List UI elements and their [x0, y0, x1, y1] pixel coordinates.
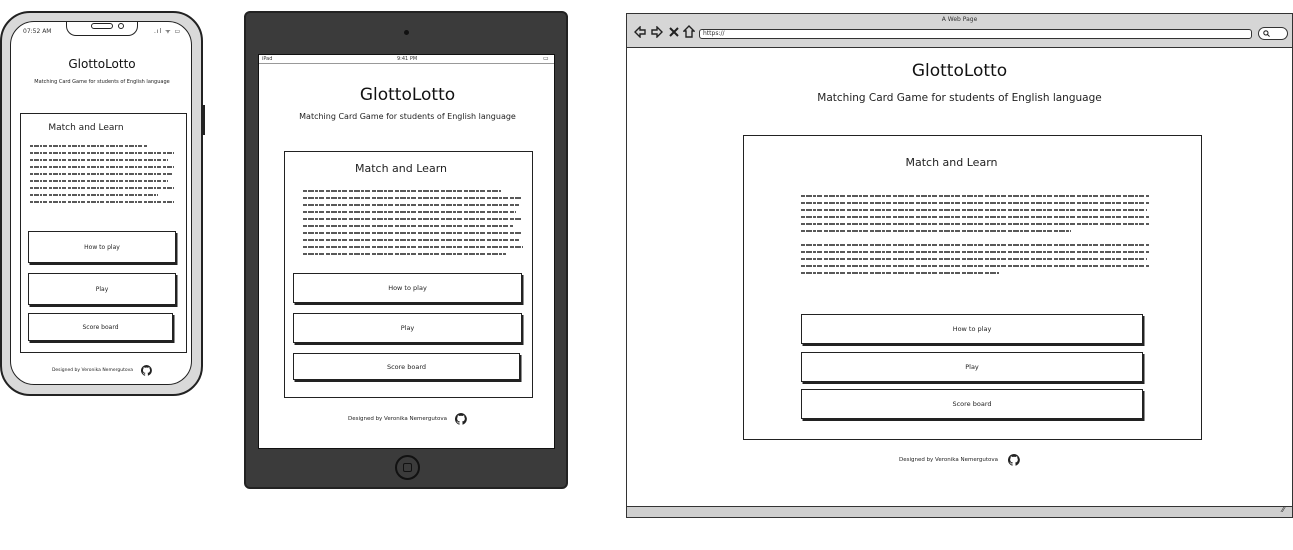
- tablet-camera-icon: [404, 30, 409, 35]
- tablet-mockup: iPad 9:41 PM ▭ GlottoLotto Matching Card…: [244, 11, 568, 489]
- search-box[interactable]: [1258, 27, 1288, 40]
- placeholder-text-scribble: [30, 145, 174, 203]
- back-icon[interactable]: [634, 26, 646, 38]
- forward-icon[interactable]: [651, 26, 663, 38]
- intro-card: Match and Learn How to play Play Score b…: [20, 113, 187, 353]
- how-to-play-button[interactable]: How to play: [28, 231, 176, 263]
- tablet-status-divider: [259, 63, 554, 64]
- window-title: A Web Page: [941, 16, 978, 23]
- tablet-status-time: 9:41 PM: [397, 56, 418, 62]
- phone-status-time: 07:52 AM: [23, 28, 52, 35]
- stop-icon[interactable]: [669, 27, 679, 37]
- placeholder-text-scribble: [801, 195, 1149, 274]
- signal-wifi-battery-icon: .ıl ᯤ ▭: [154, 28, 182, 35]
- phone-mockup: 07:52 AM .ıl ᯤ ▭ GlottoLotto Matching Ca…: [0, 11, 205, 396]
- page-subtitle: Matching Card Game for students of Engli…: [34, 79, 170, 85]
- browser-toolbar: A Web Page https://: [627, 14, 1292, 48]
- tablet-screen: iPad 9:41 PM ▭ GlottoLotto Matching Card…: [258, 54, 555, 449]
- intro-card: Match and Learn How to play Play Score b…: [284, 151, 533, 398]
- how-to-play-button[interactable]: How to play: [293, 273, 522, 303]
- play-button[interactable]: Play: [801, 352, 1143, 382]
- footer: Designed by Veronika Nemergutova: [11, 365, 191, 376]
- page-subtitle: Matching Card Game for students of Engli…: [817, 92, 1102, 104]
- github-icon[interactable]: [141, 365, 152, 376]
- how-to-play-button[interactable]: How to play: [801, 314, 1143, 344]
- resize-grip-icon[interactable]: ⁄⁄: [1282, 505, 1285, 514]
- tablet-status-left: iPad: [262, 56, 273, 62]
- github-icon[interactable]: [455, 413, 467, 425]
- footer: Designed by Veronika Nemergutova: [627, 454, 1292, 466]
- browser-mockup: A Web Page https:// GlottoLotto Matching…: [626, 13, 1293, 518]
- footer-text: Designed by Veronika Nemergutova: [347, 416, 448, 422]
- score-board-button[interactable]: Score board: [801, 389, 1143, 419]
- phone-screen: 07:52 AM .ıl ᯤ ▭ GlottoLotto Matching Ca…: [10, 21, 192, 385]
- page-subtitle: Matching Card Game for students of Engli…: [299, 112, 516, 121]
- home-icon[interactable]: [683, 25, 695, 38]
- footer-text: Designed by Veronika Nemergutova: [898, 457, 999, 463]
- card-title: Match and Learn: [905, 156, 998, 169]
- address-bar[interactable]: https://: [699, 29, 1252, 39]
- page-title: GlottoLotto: [911, 61, 1008, 81]
- speaker-icon: [91, 23, 113, 29]
- play-button[interactable]: Play: [28, 273, 176, 305]
- page-title: GlottoLotto: [68, 57, 136, 71]
- score-board-button[interactable]: Score board: [28, 313, 173, 341]
- phone-side-button: [201, 105, 205, 135]
- camera-icon: [118, 23, 124, 29]
- placeholder-text-scribble: [303, 190, 523, 255]
- card-title: Match and Learn: [355, 162, 447, 175]
- score-board-button[interactable]: Score board: [293, 353, 520, 380]
- play-button[interactable]: Play: [293, 313, 522, 343]
- footer: Designed by Veronika Nemergutova: [259, 413, 554, 425]
- intro-card: Match and Learn How to play Play Score b…: [743, 135, 1202, 440]
- page-title: GlottoLotto: [359, 85, 456, 105]
- browser-status-bar: ⁄⁄: [627, 505, 1292, 517]
- github-icon[interactable]: [1008, 454, 1020, 466]
- card-title: Match and Learn: [48, 123, 124, 133]
- search-icon: [1263, 30, 1270, 37]
- home-square-icon: [403, 463, 412, 472]
- phone-notch: [66, 22, 138, 36]
- battery-icon: ▭: [543, 55, 549, 62]
- footer-text: Designed by Veronika Nemergutova: [51, 368, 134, 373]
- tablet-home-button[interactable]: [395, 455, 420, 480]
